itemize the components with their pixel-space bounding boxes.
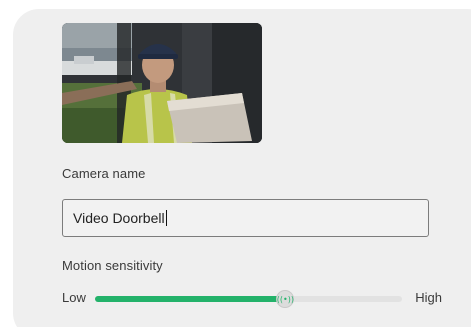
text-caret: [165, 210, 167, 226]
slider-track[interactable]: ((•)): [95, 291, 402, 307]
camera-name-input[interactable]: Video Doorbell: [62, 199, 429, 237]
motion-sensitivity-slider[interactable]: Low ((•)) High: [62, 290, 447, 308]
camera-name-label: Camera name: [62, 166, 146, 181]
slider-low-label: Low: [62, 290, 86, 305]
motion-signal-icon: ((•)): [276, 294, 294, 304]
camera-preview-image: [62, 23, 262, 143]
slider-fill: [95, 296, 286, 302]
slider-handle[interactable]: ((•)): [276, 291, 294, 307]
camera-name-value: Video Doorbell: [73, 210, 165, 226]
motion-sensitivity-label: Motion sensitivity: [62, 258, 163, 273]
settings-screen: Camera name Video Doorbell Motion sensit…: [0, 0, 471, 327]
slider-high-label: High: [415, 290, 442, 305]
